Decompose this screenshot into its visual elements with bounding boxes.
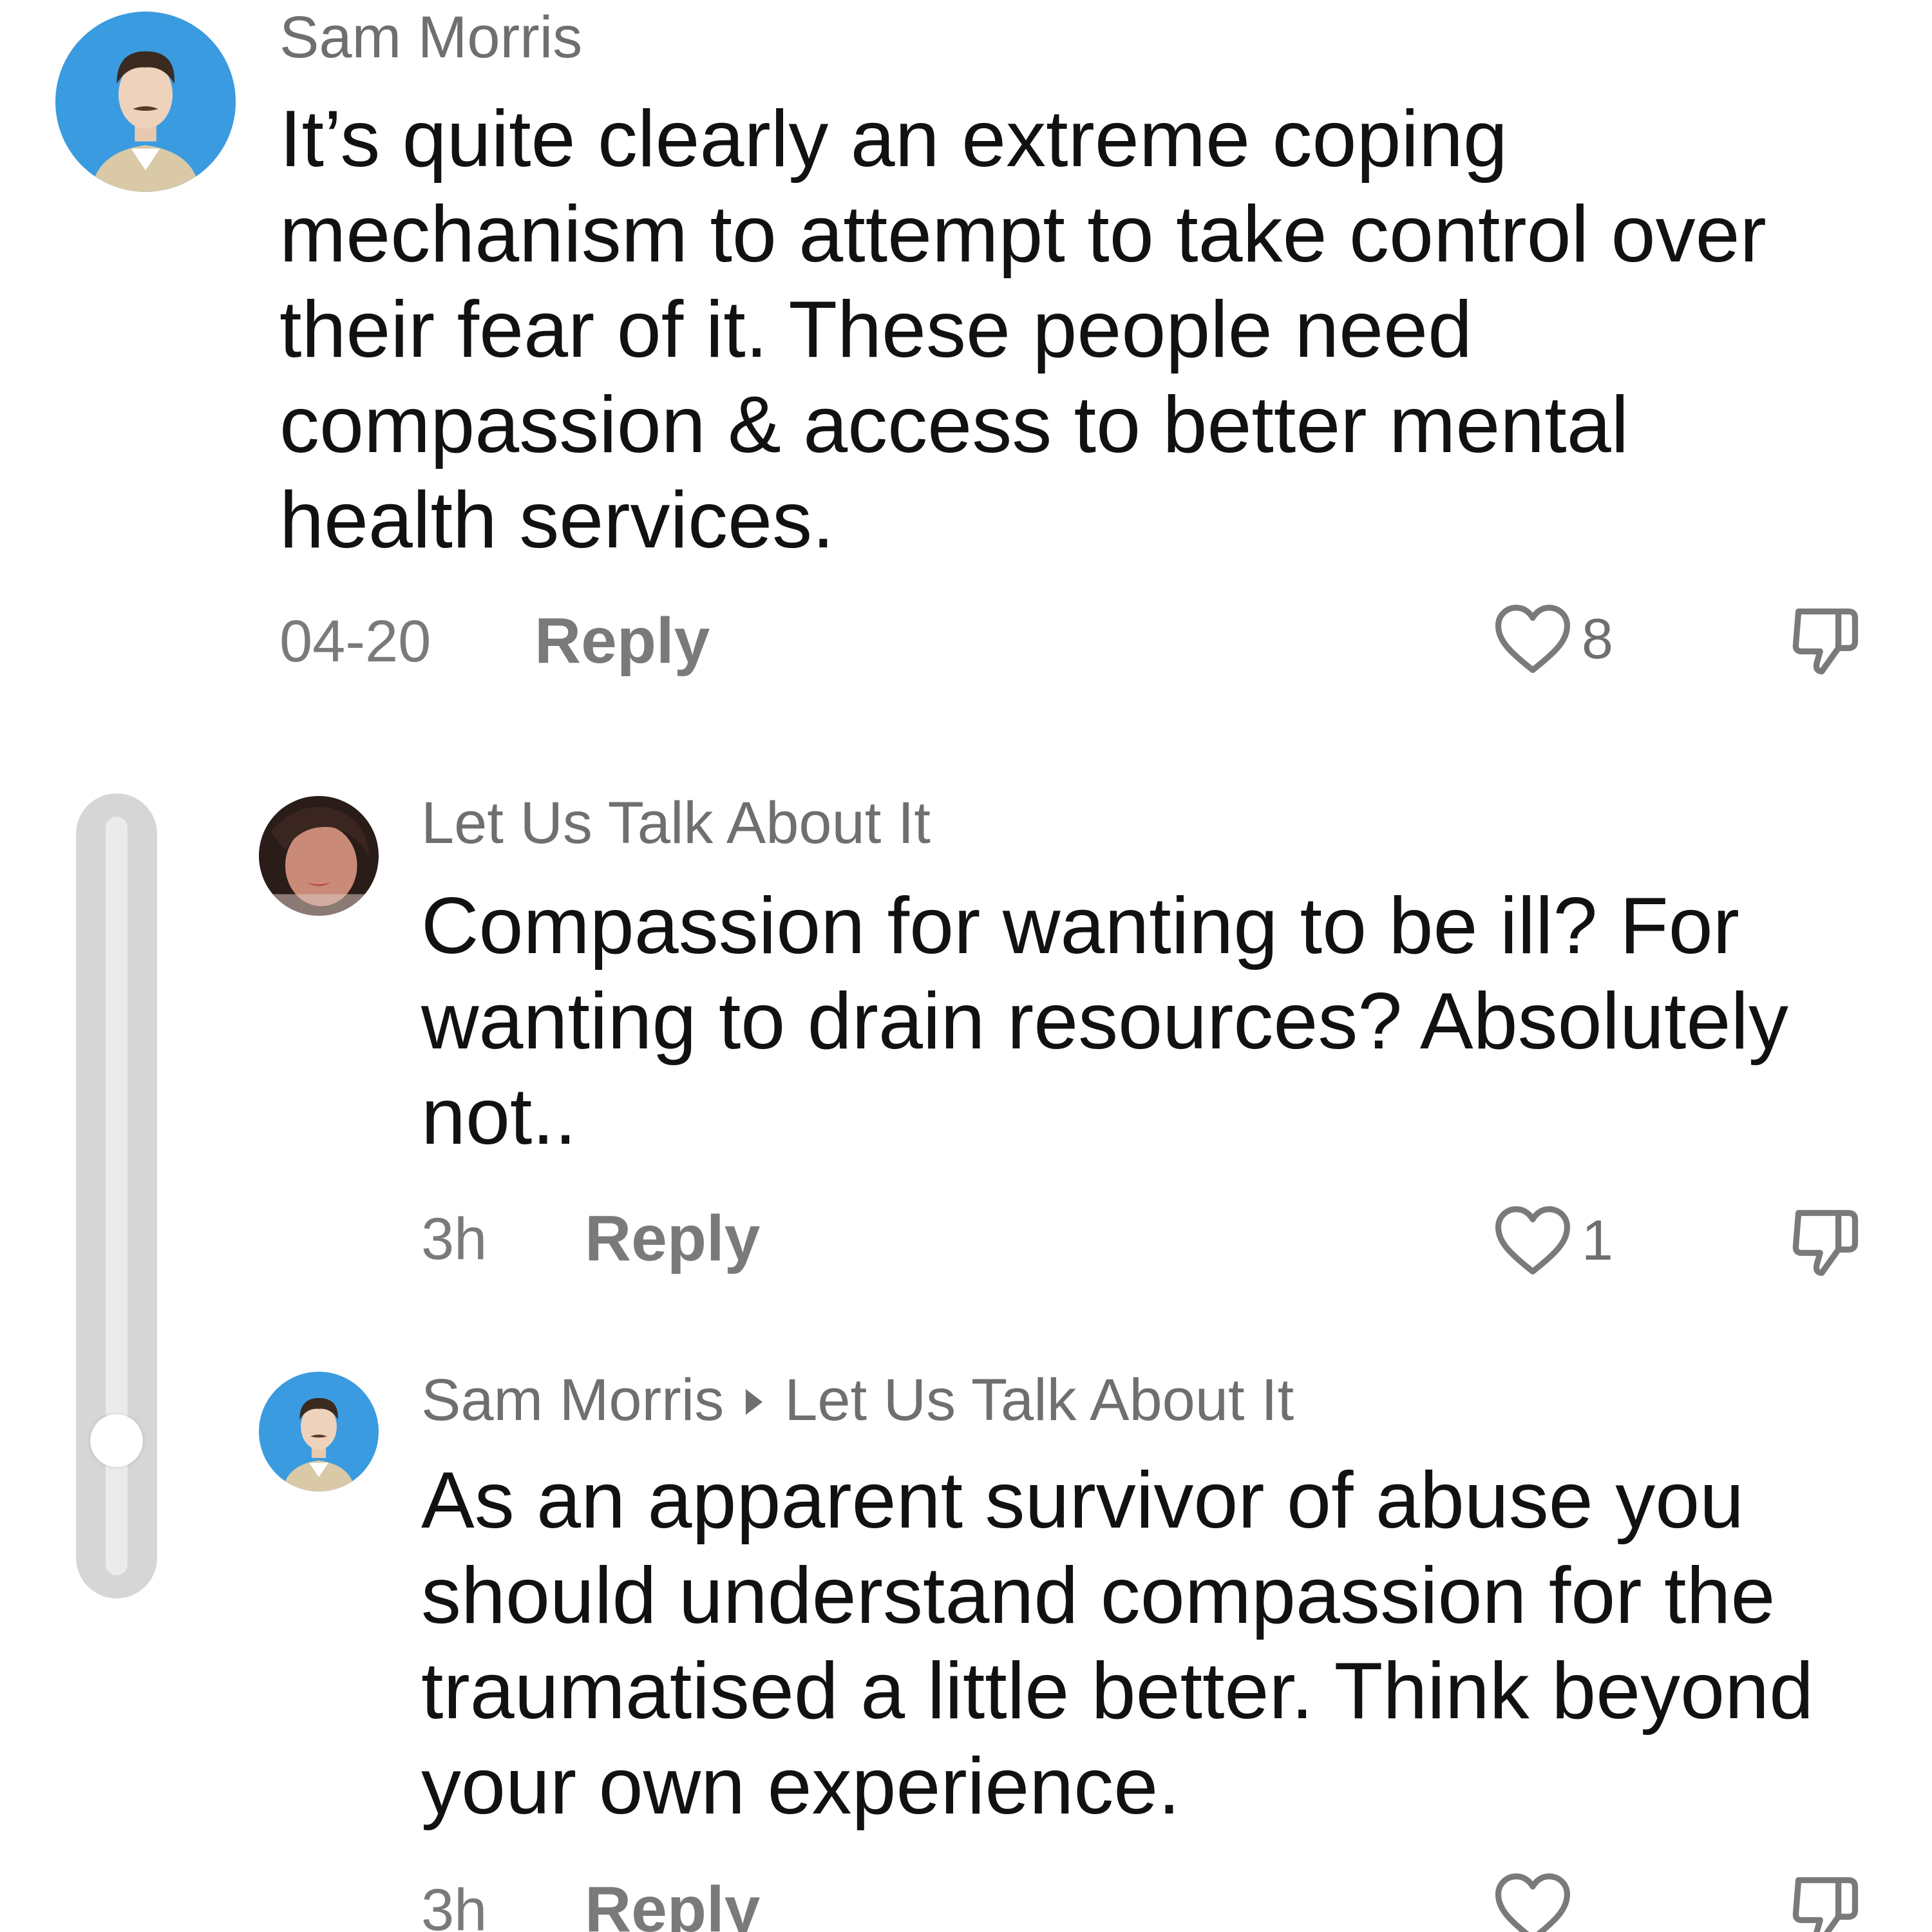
author-name[interactable]: Sam Morris bbox=[279, 8, 582, 67]
avatar-image bbox=[259, 1372, 379, 1492]
like-button[interactable]: 8 bbox=[1493, 603, 1613, 675]
comment-text: It’s quite clearly an extreme coping mec… bbox=[279, 95, 1766, 565]
thumbs-down-outline-icon bbox=[1792, 608, 1859, 675]
comment-text: Compassion for wanting to be ill? For wa… bbox=[421, 882, 1789, 1161]
avatar-image bbox=[55, 12, 236, 192]
avatar[interactable] bbox=[55, 12, 236, 192]
author-line: Sam Morris Let Us Talk About It bbox=[421, 1370, 1294, 1430]
like-button[interactable] bbox=[1493, 1871, 1582, 1932]
comment-date: 04-20 bbox=[279, 609, 431, 674]
dislike-button[interactable] bbox=[1785, 601, 1865, 681]
triangle-right-icon bbox=[746, 1388, 763, 1415]
comment-text: As an apparent survivor of abuse you sho… bbox=[421, 1456, 1814, 1831]
comment-date: 3h bbox=[421, 1206, 488, 1272]
heart-outline-icon bbox=[1495, 605, 1571, 673]
reply-to-name[interactable]: Let Us Talk About It bbox=[784, 1367, 1294, 1433]
reply-button[interactable]: Reply bbox=[585, 1206, 760, 1271]
heart-outline-icon bbox=[1495, 1873, 1571, 1932]
dislike-button[interactable] bbox=[1785, 1870, 1865, 1932]
reply-button[interactable]: Reply bbox=[535, 609, 710, 673]
dislike-button[interactable] bbox=[1785, 1203, 1865, 1283]
heart-outline-icon bbox=[1495, 1206, 1571, 1274]
author-name[interactable]: Sam Morris bbox=[421, 1367, 724, 1433]
like-count: 1 bbox=[1582, 1208, 1613, 1272]
author-name[interactable]: Let Us Talk About It bbox=[421, 793, 931, 853]
thread-scrollbar[interactable] bbox=[76, 793, 157, 1598]
like-count: 8 bbox=[1582, 607, 1613, 670]
avatar[interactable] bbox=[259, 1372, 379, 1492]
thumbs-down-outline-icon bbox=[1792, 1209, 1859, 1276]
thread-scrollbar-thumb[interactable] bbox=[90, 1414, 143, 1467]
reply-button[interactable]: Reply bbox=[585, 1877, 760, 1932]
thumbs-down-outline-icon bbox=[1792, 1877, 1859, 1932]
avatar[interactable] bbox=[259, 796, 379, 916]
comment-date: 3h bbox=[421, 1877, 488, 1932]
avatar-image bbox=[259, 796, 379, 916]
like-button[interactable]: 1 bbox=[1493, 1204, 1613, 1276]
